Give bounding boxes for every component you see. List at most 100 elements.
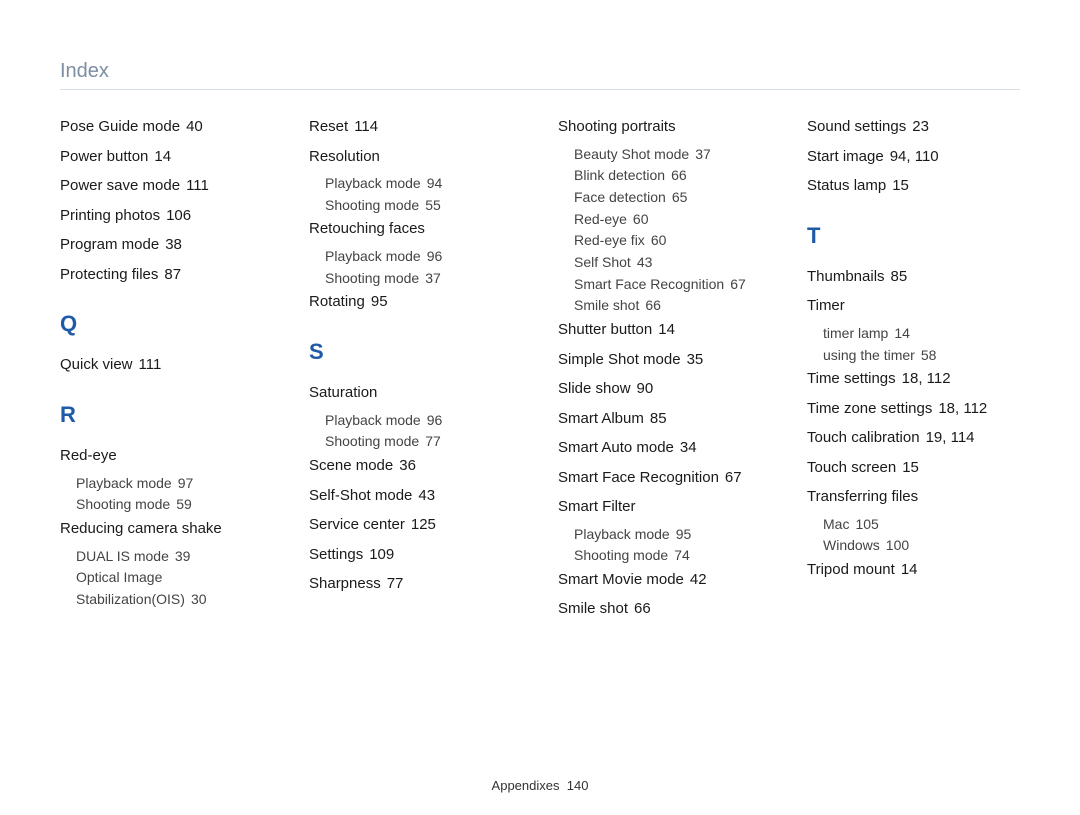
entry-pages: 15 xyxy=(902,459,919,476)
index-entry[interactable]: Sharpness77 xyxy=(309,571,522,597)
index-subentry[interactable]: Red-eye fix60 xyxy=(574,230,771,252)
index-subentry[interactable]: Playback mode96 xyxy=(325,410,522,432)
index-entry[interactable]: Power button14 xyxy=(60,144,273,170)
footer-label: Appendixes xyxy=(492,778,560,793)
index-entry[interactable]: Tripod mount14 xyxy=(807,557,1020,583)
index-subentry[interactable]: Smile shot66 xyxy=(574,295,771,317)
index-entry[interactable]: Reset114 xyxy=(309,114,522,140)
index-entry[interactable]: Touch calibration19, 114 xyxy=(807,425,1020,451)
index-entry[interactable]: Rotating95 xyxy=(309,289,522,315)
entry-pages: 67 xyxy=(730,276,746,292)
index-entry[interactable]: Status lamp15 xyxy=(807,173,1020,199)
entry-term: Smart Face Recognition xyxy=(574,276,724,292)
entry-term: Status lamp xyxy=(807,177,886,194)
index-subentry[interactable]: Mac105 xyxy=(823,514,1020,536)
index-entry[interactable]: Saturation xyxy=(309,380,522,406)
index-entry[interactable]: Smart Filter xyxy=(558,494,771,520)
index-subentry[interactable]: Self Shot43 xyxy=(574,252,771,274)
index-entry[interactable]: Smile shot66 xyxy=(558,596,771,622)
entry-term: Resolution xyxy=(309,148,380,165)
entry-term: Protecting files xyxy=(60,266,158,283)
index-subentry[interactable]: Shooting mode74 xyxy=(574,545,771,567)
index-entry[interactable]: Smart Auto mode34 xyxy=(558,435,771,461)
index-entry[interactable]: Thumbnails85 xyxy=(807,264,1020,290)
index-entry[interactable]: Start image94, 110 xyxy=(807,144,1020,170)
index-subentry[interactable]: Beauty Shot mode37 xyxy=(574,144,771,166)
index-subentry[interactable]: Blink detection66 xyxy=(574,165,771,187)
entry-pages: 106 xyxy=(166,207,191,224)
index-subentry[interactable]: Playback mode94 xyxy=(325,173,522,195)
index-entry[interactable]: Scene mode36 xyxy=(309,453,522,479)
index-entry[interactable]: Program mode38 xyxy=(60,232,273,258)
entry-term: Blink detection xyxy=(574,167,665,183)
entry-term: Service center xyxy=(309,516,405,533)
entry-term: Power save mode xyxy=(60,177,180,194)
index-entry[interactable]: Slide show90 xyxy=(558,376,771,402)
index-subentry[interactable]: Playback mode97 xyxy=(76,473,273,495)
entry-pages: 111 xyxy=(139,356,162,373)
index-entry[interactable]: Quick view111 xyxy=(60,352,273,378)
index-entry[interactable]: Settings109 xyxy=(309,542,522,568)
index-subentry[interactable]: Shooting mode37 xyxy=(325,268,522,290)
index-entry[interactable]: Reducing camera shake xyxy=(60,516,273,542)
index-column: Shooting portraits Beauty Shot mode37Blin… xyxy=(558,114,771,626)
index-subentry[interactable]: Windows100 xyxy=(823,535,1020,557)
index-letter: S xyxy=(309,333,522,370)
index-subentry[interactable]: timer lamp14 xyxy=(823,323,1020,345)
entry-term: using the timer xyxy=(823,347,915,363)
entry-pages: 96 xyxy=(427,412,443,428)
entry-pages: 96 xyxy=(427,248,443,264)
index-subentry[interactable]: Playback mode95 xyxy=(574,524,771,546)
entry-term: Shooting mode xyxy=(325,270,419,286)
index-entry[interactable]: Smart Face Recognition67 xyxy=(558,465,771,491)
entry-term: Sharpness xyxy=(309,575,381,592)
index-entry[interactable]: Red-eye xyxy=(60,443,273,469)
entry-term: Self Shot xyxy=(574,254,631,270)
index-subentry[interactable]: Optical Image Stabilization(OIS)30 xyxy=(76,567,273,610)
index-subentry[interactable]: Playback mode96 xyxy=(325,246,522,268)
index-subentry[interactable]: Shooting mode59 xyxy=(76,494,273,516)
index-entry[interactable]: Time zone settings18, 112 xyxy=(807,396,1020,422)
index-entry[interactable]: Touch screen15 xyxy=(807,455,1020,481)
entry-term: Beauty Shot mode xyxy=(574,146,689,162)
entry-term: Printing photos xyxy=(60,207,160,224)
index-subentry[interactable]: Red-eye60 xyxy=(574,209,771,231)
index-entry[interactable]: Resolution xyxy=(309,144,522,170)
entry-term: Tripod mount xyxy=(807,561,895,578)
index-column: Reset114ResolutionPlayback mode94Shootin… xyxy=(309,114,522,626)
index-entry[interactable]: Power save mode111 xyxy=(60,173,273,199)
entry-pages: 39 xyxy=(175,548,191,564)
index-entry[interactable]: Timer xyxy=(807,293,1020,319)
index-entry[interactable]: Retouching faces xyxy=(309,216,522,242)
index-entry[interactable]: Smart Movie mode42 xyxy=(558,567,771,593)
entry-term: Start image xyxy=(807,148,884,165)
entry-pages: 85 xyxy=(891,268,908,285)
entry-term: Retouching faces xyxy=(309,220,425,237)
entry-term: Sound settings xyxy=(807,118,906,135)
index-entry[interactable]: Service center125 xyxy=(309,512,522,538)
entry-pages: 114 xyxy=(354,118,378,135)
index-entry[interactable]: Transferring files xyxy=(807,484,1020,510)
index-subentry[interactable]: Face detection65 xyxy=(574,187,771,209)
entry-term: Shooting mode xyxy=(76,496,170,512)
entry-term: Slide show xyxy=(558,380,631,397)
index-entry[interactable]: Protecting files87 xyxy=(60,262,273,288)
index-subentry[interactable]: Smart Face Recognition 67 xyxy=(574,274,771,296)
index-entry[interactable]: Sound settings23 xyxy=(807,114,1020,140)
index-subentry[interactable]: DUAL IS mode39 xyxy=(76,546,273,568)
index-entry[interactable]: Smart Album85 xyxy=(558,406,771,432)
index-entry[interactable]: Shooting portraits xyxy=(558,114,771,140)
index-subentry[interactable]: using the timer58 xyxy=(823,345,1020,367)
index-entry[interactable]: Shutter button14 xyxy=(558,317,771,343)
index-entry[interactable]: Printing photos 106 xyxy=(60,203,273,229)
index-entry[interactable]: Time settings18, 112 xyxy=(807,366,1020,392)
entry-pages: 109 xyxy=(369,546,394,563)
index-subentry[interactable]: Shooting mode55 xyxy=(325,195,522,217)
index-letter: T xyxy=(807,217,1020,254)
index-entry[interactable]: Self-Shot mode43 xyxy=(309,483,522,509)
index-subentry[interactable]: Shooting mode77 xyxy=(325,431,522,453)
index-entry[interactable]: Pose Guide mode40 xyxy=(60,114,273,140)
footer-page: 140 xyxy=(567,778,589,793)
entry-term: Red-eye xyxy=(60,447,117,464)
index-entry[interactable]: Simple Shot mode35 xyxy=(558,347,771,373)
